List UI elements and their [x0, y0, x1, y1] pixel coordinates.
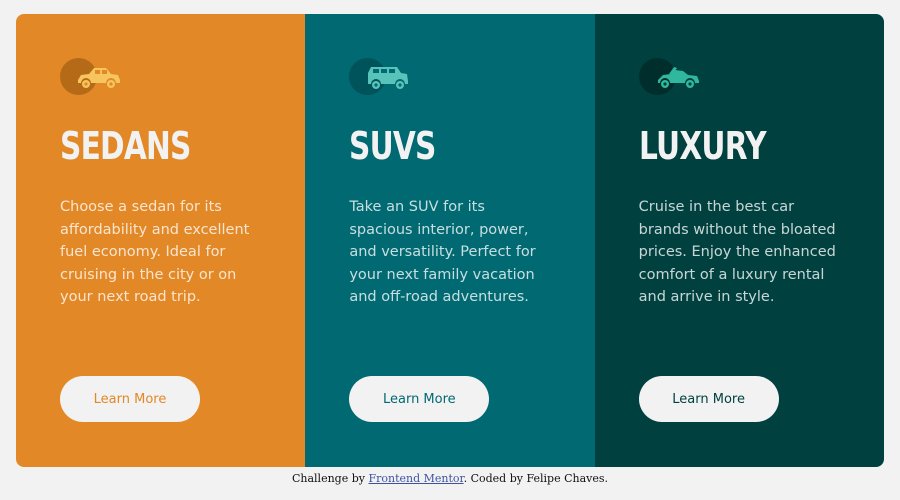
learn-more-button[interactable]: Learn More: [60, 376, 200, 422]
sedan-icon-wrapper: [60, 58, 124, 98]
attribution-suffix: . Coded by Felipe Chaves.: [463, 472, 609, 485]
suv-icon-wrapper: [349, 58, 413, 98]
suv-car-icon: [368, 67, 409, 89]
card-description: Cruise in the best car brands without th…: [638, 199, 836, 305]
luxury-car-icon: [657, 67, 699, 88]
attribution-prefix: Challenge by: [291, 472, 369, 485]
card-title: SUVs: [349, 124, 436, 168]
card-luxury: Luxury Cruise in the best car brands wit…: [594, 14, 884, 467]
card-suvs: SUVs Take an SUV for its spacious interi…: [305, 14, 595, 467]
card-title: Luxury: [638, 124, 767, 168]
learn-more-button[interactable]: Learn More: [638, 376, 779, 422]
card-sedans: Sedans Choose a sedan for its affordabil…: [16, 14, 306, 467]
sedan-car-icon: [78, 68, 120, 88]
card-description: Choose a sedan for its affordability and…: [60, 199, 250, 305]
frontend-mentor-link[interactable]: Frontend Mentor: [368, 472, 463, 485]
attribution: Challenge by Frontend Mentor. Coded by F…: [0, 472, 900, 485]
car-cards: Sedans Choose a sedan for its affordabil…: [16, 14, 884, 467]
luxury-icon-wrapper: [638, 58, 703, 98]
card-title: Sedans: [60, 124, 191, 168]
learn-more-button[interactable]: Learn More: [349, 376, 490, 422]
card-description: Take an SUV for its spacious interior, p…: [349, 199, 536, 305]
